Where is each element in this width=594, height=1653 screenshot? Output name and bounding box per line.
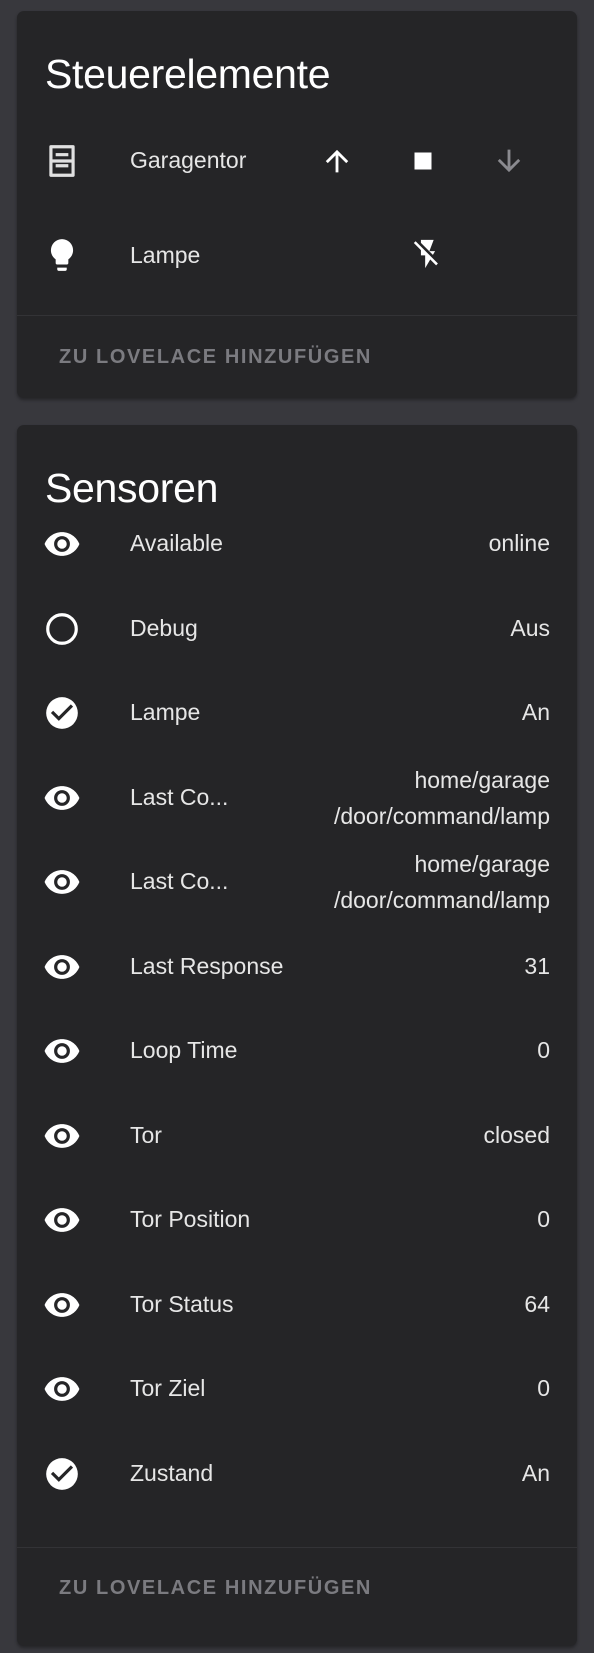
divider: [17, 315, 577, 316]
sensor-name[interactable]: Tor Position: [130, 1206, 250, 1233]
sensor-row[interactable]: Debug Aus: [17, 594, 577, 664]
sensor-value: home/garage /door/command/lamp: [333, 851, 550, 913]
entity-name[interactable]: Garagentor: [130, 147, 246, 174]
sensor-value: An: [521, 1459, 550, 1486]
sensor-value: 31: [524, 952, 550, 979]
entity-name[interactable]: Lampe: [130, 242, 200, 269]
eye-icon: [43, 779, 81, 817]
eye-icon: [43, 1032, 81, 1070]
toggle-lamp-button[interactable]: [405, 231, 451, 277]
sensor-name[interactable]: Tor Status: [130, 1291, 234, 1318]
sensor-value: 64: [524, 1290, 550, 1317]
sensor-value: online: [488, 530, 550, 556]
eye-icon: [43, 1286, 81, 1324]
eye-icon: [43, 525, 81, 563]
garage-door-icon: [43, 142, 81, 180]
sensor-name[interactable]: Last Co...: [130, 784, 228, 811]
sensor-row[interactable]: Last Co... home/garage /door/command/lamp: [17, 763, 577, 833]
stop-icon: [414, 152, 432, 170]
arrow-up-icon: [325, 149, 349, 173]
eye-icon: [43, 1117, 81, 1155]
check-circle-icon: [43, 1455, 81, 1493]
stop-cover-button[interactable]: [400, 138, 446, 184]
eye-icon: [43, 863, 81, 901]
eye-icon: [43, 1370, 81, 1408]
sensor-value: Aus: [510, 614, 550, 641]
sensor-row[interactable]: Loop Time 0: [17, 1016, 577, 1086]
sensor-name[interactable]: Debug: [130, 615, 198, 642]
sensor-row[interactable]: Zustand An: [17, 1439, 577, 1509]
sensor-value: 0: [537, 1037, 550, 1063]
eye-icon: [43, 948, 81, 986]
sensor-row[interactable]: Tor Ziel 0: [17, 1354, 577, 1424]
add-to-lovelace-button[interactable]: ZU LOVELACE HINZUFÜGEN: [59, 1577, 372, 1600]
open-cover-button[interactable]: [314, 138, 360, 184]
sensors-card: Sensoren Available online Debug Aus Lampe An L…: [17, 425, 577, 1646]
arrow-down-icon: [497, 149, 521, 173]
sensors-title: Sensoren: [45, 465, 219, 511]
add-to-lovelace-button[interactable]: ZU LOVELACE HINZUFÜGEN: [59, 346, 372, 369]
sensor-name[interactable]: Last Response: [130, 953, 283, 980]
lightbulb-icon: [43, 236, 81, 274]
sensor-row[interactable]: Lampe An: [17, 678, 577, 748]
sensor-value: 0: [537, 1375, 550, 1401]
sensor-name[interactable]: Available: [130, 530, 223, 557]
controls-card: Steuerelemente Garagentor Lampe ZU LOVEL…: [17, 11, 577, 398]
sensor-row[interactable]: Available online: [17, 509, 577, 579]
close-cover-button[interactable]: [486, 138, 532, 184]
sensor-name[interactable]: Lampe: [130, 699, 200, 726]
sensor-name[interactable]: Tor Ziel: [130, 1375, 205, 1402]
sensor-value: 0: [537, 1206, 550, 1232]
sensor-name[interactable]: Zustand: [130, 1460, 213, 1487]
circle-outline-icon: [43, 610, 81, 648]
entity-row-garagentor[interactable]: Garagentor: [17, 131, 577, 191]
sensor-name[interactable]: Tor: [130, 1122, 162, 1149]
sensor-row[interactable]: Last Response 31: [17, 932, 577, 1002]
sensor-row[interactable]: Last Co... home/garage /door/command/lamp: [17, 847, 577, 917]
flash-off-icon: [413, 239, 438, 269]
sensor-name[interactable]: Loop Time: [130, 1037, 237, 1064]
entity-row-lampe[interactable]: Lampe: [17, 226, 577, 286]
controls-title: Steuerelemente: [45, 51, 331, 97]
sensor-value: home/garage /door/command/lamp: [333, 766, 550, 829]
sensor-value: An: [521, 699, 550, 725]
check-circle-icon: [43, 694, 81, 732]
sensor-name[interactable]: Last Co...: [130, 868, 228, 895]
sensor-value: closed: [483, 1121, 550, 1148]
eye-icon: [43, 1201, 81, 1239]
sensor-row[interactable]: Tor closed: [17, 1101, 577, 1171]
sensor-row[interactable]: Tor Status 64: [17, 1270, 577, 1340]
divider: [17, 1547, 577, 1548]
sensor-row[interactable]: Tor Position 0: [17, 1185, 577, 1255]
